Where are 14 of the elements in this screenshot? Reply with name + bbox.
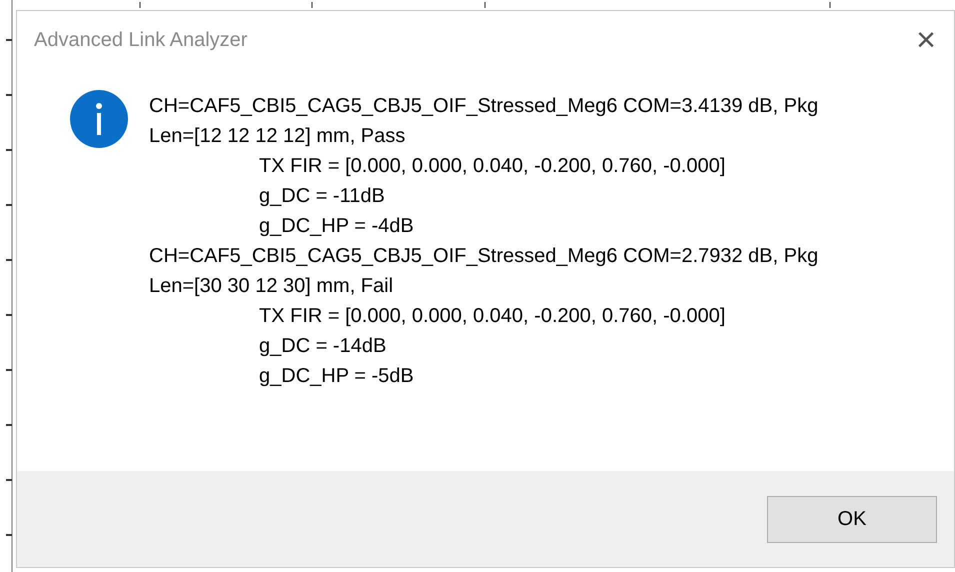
result-line: Len=[12 12 12 12] mm, Pass <box>149 124 406 149</box>
detail-line: TX FIR = [0.000, 0.000, 0.040, -0.200, 0.760, -0.000] <box>259 304 726 329</box>
close-button[interactable]: × <box>912 23 940 57</box>
ok-button[interactable]: OK <box>767 496 937 542</box>
detail-line: g_DC = -14dB <box>259 334 386 359</box>
info-icon <box>69 89 129 149</box>
detail-line: g_DC = -11dB <box>259 184 385 209</box>
result-line: Len=[30 30 12 30] mm, Fail <box>149 274 394 299</box>
detail-line: TX FIR = [0.000, 0.000, 0.040, -0.200, 0.760, -0.000] <box>259 154 726 179</box>
result-line: CH=CAF5_CBI5_CAG5_CBJ5_OIF_Stressed_Meg6 COM=2.7932 dB, Pkg <box>149 244 818 269</box>
result-line: CH=CAF5_CBI5_CAG5_CBJ5_OIF_Stressed_Meg6 COM=3.4139 dB, Pkg <box>149 94 818 119</box>
window-title: Advanced Link Analyzer <box>34 28 248 53</box>
detail-line: g_DC_HP = -4dB <box>259 214 414 239</box>
detail-line: g_DC_HP = -5dB <box>259 364 414 389</box>
